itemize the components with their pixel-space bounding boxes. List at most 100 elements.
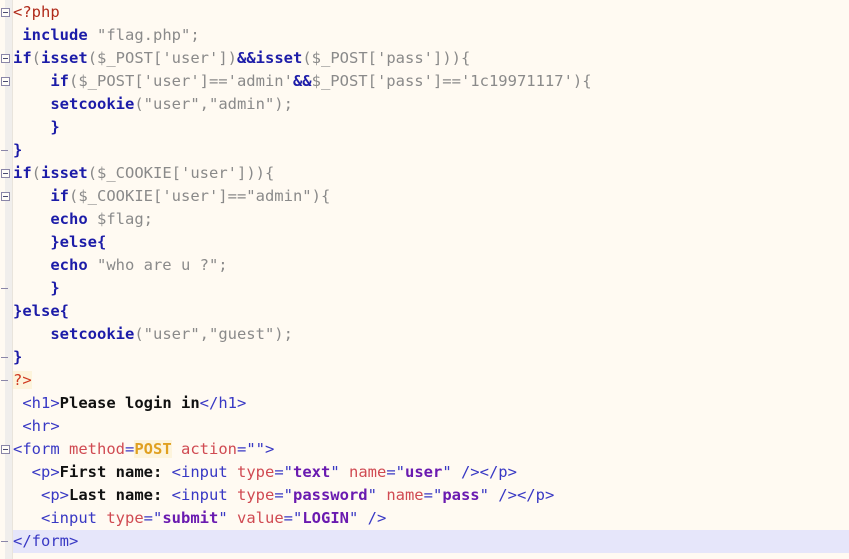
code-token: <?php <box>13 3 60 21</box>
code-line[interactable]: echo $flag; <box>0 208 849 231</box>
code-token: pass <box>442 486 480 504</box>
code-token: ( <box>31 164 42 182</box>
code-token: user <box>404 463 443 481</box>
code-line[interactable]: } <box>0 277 849 300</box>
code-token: } <box>50 118 60 136</box>
fold-collapse-icon[interactable] <box>1 54 10 63</box>
code-token: =" <box>423 486 443 504</box>
code-token: =""> <box>237 440 275 458</box>
code-token: <input <box>171 486 237 504</box>
code-token: type <box>236 486 275 504</box>
code-line[interactable]: ?> <box>0 369 849 392</box>
code-token: POST <box>134 440 172 458</box>
code-token: } <box>13 348 23 366</box>
code-token: ("user","guest"); <box>134 325 293 343</box>
code-line[interactable]: }else{ <box>0 300 849 323</box>
fold-end-icon <box>1 284 10 293</box>
code-token: submit <box>162 509 219 527</box>
code-token: ?> <box>13 371 32 389</box>
code-token: Please login in <box>59 394 200 412</box>
code-line[interactable]: </form> <box>0 530 849 553</box>
code-token: } <box>13 141 23 159</box>
code-token: ( <box>31 49 42 67</box>
code-line[interactable]: setcookie("user","admin"); <box>0 93 849 116</box>
code-token: }else{ <box>50 233 107 251</box>
code-token: <input <box>13 509 107 527</box>
code-token: =" <box>274 463 293 481</box>
fold-collapse-icon[interactable] <box>1 169 10 178</box>
code-token: <form <box>13 440 69 458</box>
code-token: name <box>386 486 424 504</box>
code-token: LOGIN <box>302 509 350 527</box>
code-token: if <box>50 72 69 90</box>
code-line[interactable]: setcookie("user","guest"); <box>0 323 849 346</box>
code-token: ($_POST['pass'])){ <box>302 49 471 67</box>
fold-collapse-icon[interactable] <box>1 77 10 86</box>
code-token: if <box>50 187 69 205</box>
code-token: if <box>13 49 32 67</box>
fold-end-icon <box>1 537 10 546</box>
code-token: $_POST['pass']=='1c19971117'){ <box>311 72 592 90</box>
code-line[interactable]: <form method=POST action=""> <box>0 438 849 461</box>
fold-collapse-icon[interactable] <box>1 445 10 454</box>
code-token: ($_POST['user']) <box>87 49 237 67</box>
code-line[interactable]: echo "who are u ?"; <box>0 254 849 277</box>
code-line[interactable]: } <box>0 139 849 162</box>
fold-collapse-icon[interactable] <box>1 192 10 201</box>
code-token: && <box>237 49 256 67</box>
code-token: method <box>69 440 125 458</box>
code-token: ("user","admin"); <box>134 95 293 113</box>
code-token: setcookie <box>50 325 135 343</box>
code-token: isset <box>255 49 303 67</box>
fold-gutter[interactable] <box>0 0 13 559</box>
code-line[interactable]: if(isset($_POST['user'])&&isset($_POST['… <box>0 47 849 70</box>
code-token: " /> <box>349 509 387 527</box>
code-line[interactable]: <hr> <box>0 415 849 438</box>
code-line[interactable]: } <box>0 116 849 139</box>
code-token: </form> <box>13 532 79 550</box>
code-token: echo <box>50 210 88 228</box>
code-line[interactable]: <p>First name: <input type="text" name="… <box>0 461 849 484</box>
code-token: <hr> <box>13 417 60 435</box>
code-line[interactable]: if($_POST['user']=='admin'&&$_POST['pass… <box>0 70 849 93</box>
code-token: Last name: <box>69 486 172 504</box>
code-token: ($_COOKIE['user']=="admin"){ <box>69 187 331 205</box>
code-token: =" <box>283 509 303 527</box>
code-line[interactable]: include "flag.php"; <box>0 24 849 47</box>
code-token: isset <box>41 49 88 67</box>
code-token: = <box>125 440 135 458</box>
code-line[interactable]: if(isset($_COOKIE['user'])){ <box>0 162 849 185</box>
fold-end-icon <box>1 146 10 155</box>
code-line[interactable]: }else{ <box>0 231 849 254</box>
code-token: ($_POST['user']=='admin' <box>69 72 293 90</box>
code-token: type <box>106 509 144 527</box>
code-token: text <box>292 463 331 481</box>
code-token: <p> <box>13 486 69 504</box>
code-token: " <box>218 509 237 527</box>
code-line[interactable]: <p>Last name: <input type =" password" nam… <box>0 484 849 507</box>
code-token: if <box>13 164 32 182</box>
code-line[interactable]: <h1>Please login in</h1> <box>0 392 849 415</box>
code-token: && <box>292 72 312 90</box>
code-token: <p> <box>13 463 60 481</box>
code-line[interactable]: } <box>0 346 849 369</box>
code-token: " /></p> <box>442 463 517 481</box>
code-line[interactable]: <?php <box>0 1 849 24</box>
code-token: " <box>367 486 387 504</box>
code-token: $flag; <box>87 210 153 228</box>
code-token: action <box>181 440 238 458</box>
code-token: First name: <box>59 463 172 481</box>
code-token: value <box>237 509 284 527</box>
code-surface[interactable]: <?php include "flag.php"; if(isset($_POST… <box>0 0 849 559</box>
code-line[interactable]: if($_COOKIE['user']=="admin"){ <box>0 185 849 208</box>
code-line[interactable]: <input type="submit" value="LOGIN" /> <box>0 507 849 530</box>
code-token: password <box>292 486 368 504</box>
code-editor[interactable]: <?php include "flag.php"; if(isset($_POST… <box>0 0 849 559</box>
code-token: "flag.php"; <box>87 26 200 44</box>
fold-collapse-icon[interactable] <box>1 8 10 17</box>
